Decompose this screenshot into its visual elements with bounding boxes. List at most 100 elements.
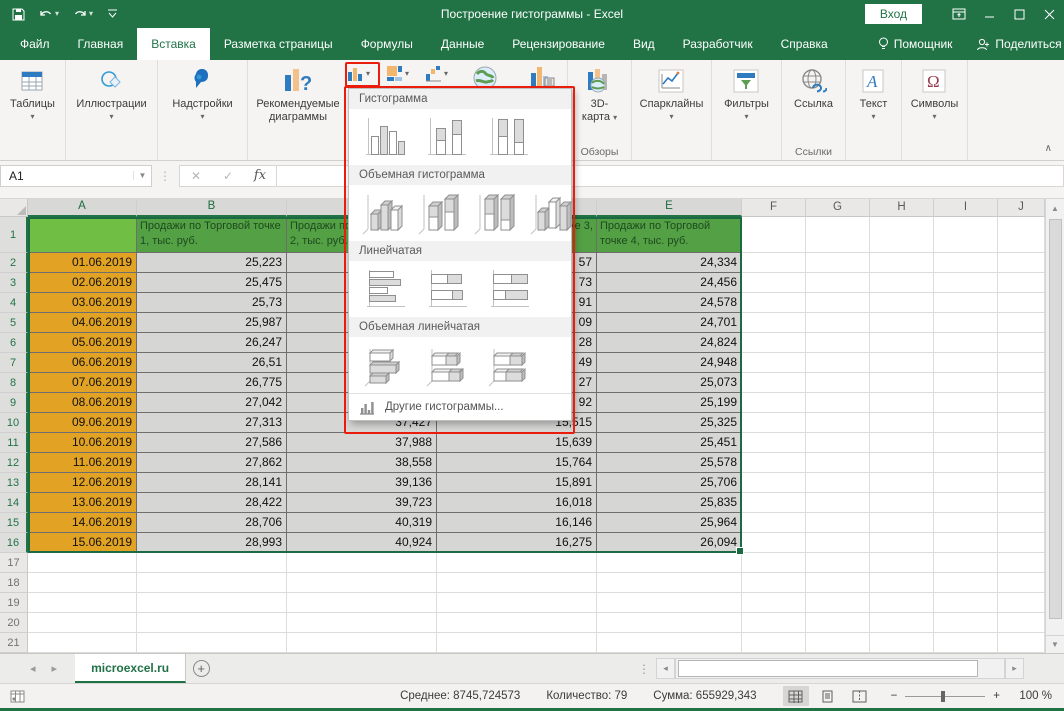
- cell-value[interactable]: 15,891: [437, 473, 597, 493]
- cell[interactable]: [742, 313, 806, 333]
- cell[interactable]: [806, 373, 870, 393]
- cell[interactable]: [934, 273, 998, 293]
- row-header[interactable]: 9: [0, 393, 28, 413]
- cell-value[interactable]: 16,018: [437, 493, 597, 513]
- row-header[interactable]: 20: [0, 613, 28, 633]
- cell[interactable]: [742, 273, 806, 293]
- tab-review[interactable]: Рецензирование: [498, 28, 619, 60]
- cell[interactable]: [998, 333, 1045, 353]
- insert-function-button[interactable]: fx: [244, 168, 276, 183]
- cell-date[interactable]: 08.06.2019: [28, 393, 137, 413]
- tab-splitter-icon[interactable]: ⋮: [632, 654, 656, 683]
- chevron-down-icon[interactable]: ▼: [133, 171, 151, 180]
- cell[interactable]: [934, 593, 998, 613]
- cell[interactable]: [998, 293, 1045, 313]
- cell[interactable]: [742, 613, 806, 633]
- cell[interactable]: [998, 253, 1045, 273]
- cell[interactable]: [742, 573, 806, 593]
- tables-button[interactable]: Таблицы ▾: [10, 66, 55, 121]
- name-box[interactable]: A1 ▼: [0, 165, 152, 187]
- cell-date[interactable]: 11.06.2019: [28, 453, 137, 473]
- cell[interactable]: [934, 633, 998, 653]
- cell-value[interactable]: 28,422: [137, 493, 287, 513]
- cell[interactable]: [934, 373, 998, 393]
- sheet-tab-active[interactable]: microexcel.ru: [75, 654, 186, 683]
- tab-developer[interactable]: Разработчик: [669, 28, 767, 60]
- cell[interactable]: [934, 217, 998, 253]
- more-column-charts-item[interactable]: Другие гистограммы...: [349, 393, 571, 420]
- cell[interactable]: [934, 313, 998, 333]
- formula-bar-splitter[interactable]: ⋮: [152, 169, 179, 183]
- cell-value[interactable]: 25,987: [137, 313, 287, 333]
- row-header[interactable]: 15: [0, 513, 28, 533]
- column-header-f[interactable]: F: [742, 199, 806, 217]
- cell-value[interactable]: 28,706: [137, 513, 287, 533]
- vertical-scroll-thumb[interactable]: [1049, 219, 1062, 619]
- cell-value[interactable]: 24,701: [597, 313, 742, 333]
- cell[interactable]: [806, 313, 870, 333]
- cell[interactable]: [742, 217, 806, 253]
- cell[interactable]: [870, 613, 934, 633]
- cell[interactable]: [998, 613, 1045, 633]
- cell[interactable]: [998, 393, 1045, 413]
- cell[interactable]: [998, 217, 1045, 253]
- cell[interactable]: [597, 633, 742, 653]
- row-header[interactable]: 7: [0, 353, 28, 373]
- cell[interactable]: [998, 493, 1045, 513]
- cell[interactable]: [806, 553, 870, 573]
- cell[interactable]: [806, 393, 870, 413]
- cell[interactable]: [870, 513, 934, 533]
- cell[interactable]: [806, 533, 870, 553]
- cell[interactable]: [806, 217, 870, 253]
- row-header[interactable]: 6: [0, 333, 28, 353]
- cell[interactable]: [137, 613, 287, 633]
- minimize-button[interactable]: [974, 0, 1004, 28]
- cell-value[interactable]: 25,73: [137, 293, 287, 313]
- cell[interactable]: [806, 413, 870, 433]
- cell[interactable]: [806, 573, 870, 593]
- cell-date[interactable]: 04.06.2019: [28, 313, 137, 333]
- cell-value[interactable]: 26,247: [137, 333, 287, 353]
- cell[interactable]: [870, 573, 934, 593]
- chart-type-3d-100-stacked-column[interactable]: [473, 191, 519, 235]
- cell-value[interactable]: 26,51: [137, 353, 287, 373]
- cell[interactable]: [806, 273, 870, 293]
- row-header[interactable]: 8: [0, 373, 28, 393]
- cell-value[interactable]: 25,325: [597, 413, 742, 433]
- cell[interactable]: [998, 413, 1045, 433]
- cell[interactable]: [287, 613, 437, 633]
- cell[interactable]: [597, 553, 742, 573]
- cell[interactable]: [742, 433, 806, 453]
- cell[interactable]: [870, 253, 934, 273]
- cell[interactable]: [742, 373, 806, 393]
- chart-type-3d-100-stacked-bar[interactable]: [485, 343, 531, 387]
- cell-value[interactable]: 27,042: [137, 393, 287, 413]
- chart-type-stacked-bar[interactable]: [423, 267, 469, 311]
- save-icon[interactable]: [12, 8, 25, 21]
- cell-header-e1[interactable]: Продажи по Торговой точке 4, тыс. руб.: [597, 217, 742, 253]
- cell[interactable]: [742, 633, 806, 653]
- tab-formulas[interactable]: Формулы: [347, 28, 427, 60]
- column-header-g[interactable]: G: [806, 199, 870, 217]
- chart-type-3d-stacked-bar[interactable]: [423, 343, 469, 387]
- page-layout-view-button[interactable]: [815, 686, 841, 706]
- filters-button[interactable]: Фильтры ▾: [724, 66, 769, 121]
- chart-type-clustered-column[interactable]: [361, 115, 407, 159]
- cell-date[interactable]: 13.06.2019: [28, 493, 137, 513]
- cell[interactable]: [934, 353, 998, 373]
- cell[interactable]: [870, 313, 934, 333]
- row-header[interactable]: 12: [0, 453, 28, 473]
- cell-value[interactable]: 24,948: [597, 353, 742, 373]
- cell[interactable]: [870, 333, 934, 353]
- cell[interactable]: [998, 433, 1045, 453]
- row-header[interactable]: 13: [0, 473, 28, 493]
- cell-value[interactable]: 25,451: [597, 433, 742, 453]
- cell-value[interactable]: 16,146: [437, 513, 597, 533]
- cell[interactable]: [742, 293, 806, 313]
- cell-value[interactable]: 25,578: [597, 453, 742, 473]
- chart-type-stacked-column[interactable]: [423, 115, 469, 159]
- cell[interactable]: [998, 313, 1045, 333]
- cell-date[interactable]: 03.06.2019: [28, 293, 137, 313]
- cell-value[interactable]: 25,199: [597, 393, 742, 413]
- cell[interactable]: [934, 613, 998, 633]
